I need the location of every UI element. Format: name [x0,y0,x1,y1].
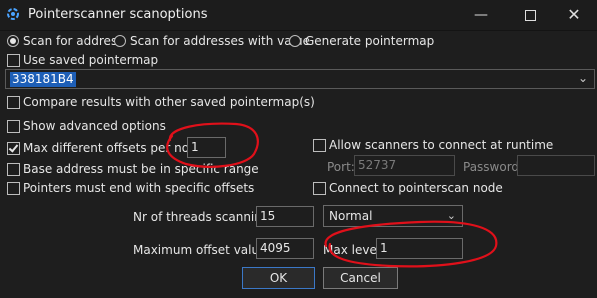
max-level-label: Max level [323,243,381,257]
connect-node-label[interactable]: Connect to pointerscan node [329,181,503,195]
max-level-input[interactable]: 1 [376,238,463,259]
base-address-range-checkbox[interactable] [7,163,20,176]
threads-label: Nr of threads scanning: [133,210,274,224]
allow-scanners-checkbox[interactable] [313,139,326,152]
max-offsets-label[interactable]: Max different offsets per node: [23,141,208,155]
ok-button[interactable]: OK [242,267,315,289]
address-combobox-value[interactable]: 338181B4 [10,72,76,87]
max-offsets-input[interactable]: 1 [187,137,226,158]
maximize-button[interactable] [507,0,553,30]
window-title: Pointerscanner scanoptions [28,7,208,22]
chevron-down-icon[interactable]: ⌄ [447,209,456,222]
password-input[interactable] [517,155,595,176]
maximize-icon [524,9,536,21]
port-label: Port: [327,160,355,174]
connect-node-checkbox[interactable] [313,182,326,195]
title-bar: Pointerscanner scanoptions — ✕ [0,0,597,31]
port-input[interactable]: 52737 [354,155,455,176]
threads-input[interactable]: 15 [256,206,314,227]
compare-results-checkbox[interactable] [7,96,20,109]
password-label: Password [463,160,520,174]
use-saved-pointermap-label[interactable]: Use saved pointermap [23,53,158,67]
allow-scanners-label[interactable]: Allow scanners to connect at runtime [329,138,553,152]
max-offset-input[interactable]: 4095 [256,238,314,259]
minimize-button[interactable]: — [458,0,504,30]
base-address-range-label[interactable]: Base address must be in specific range [23,162,259,176]
pointers-end-offsets-checkbox[interactable] [7,182,20,195]
thread-priority-value: Normal [329,209,373,223]
max-offsets-checkbox[interactable] [7,142,20,155]
radio-generate-pointermap[interactable] [289,35,301,47]
cheat-engine-icon [7,8,19,20]
radio-label-scan-with-value[interactable]: Scan for addresses with value [130,34,310,48]
close-button[interactable]: ✕ [551,0,597,30]
radio-label-generate-pointermap[interactable]: Generate pointermap [305,34,434,48]
address-combobox[interactable]: 338181B4 ⌄ [5,69,595,89]
chevron-down-icon[interactable]: ⌄ [578,71,588,85]
close-icon: ✕ [567,5,581,24]
radio-scan-with-value[interactable] [114,35,126,47]
show-advanced-label[interactable]: Show advanced options [23,119,166,133]
max-offset-label: Maximum offset value: [133,243,271,257]
cancel-button[interactable]: Cancel [323,267,398,289]
show-advanced-checkbox[interactable] [7,120,20,133]
compare-results-label[interactable]: Compare results with other saved pointer… [23,95,315,109]
thread-priority-select[interactable]: Normal ⌄ [323,205,463,227]
use-saved-pointermap-checkbox[interactable] [7,54,20,67]
radio-label-scan-for-address[interactable]: Scan for address [23,34,123,48]
pointers-end-offsets-label[interactable]: Pointers must end with specific offsets [23,181,254,195]
radio-scan-for-address[interactable] [7,35,19,47]
